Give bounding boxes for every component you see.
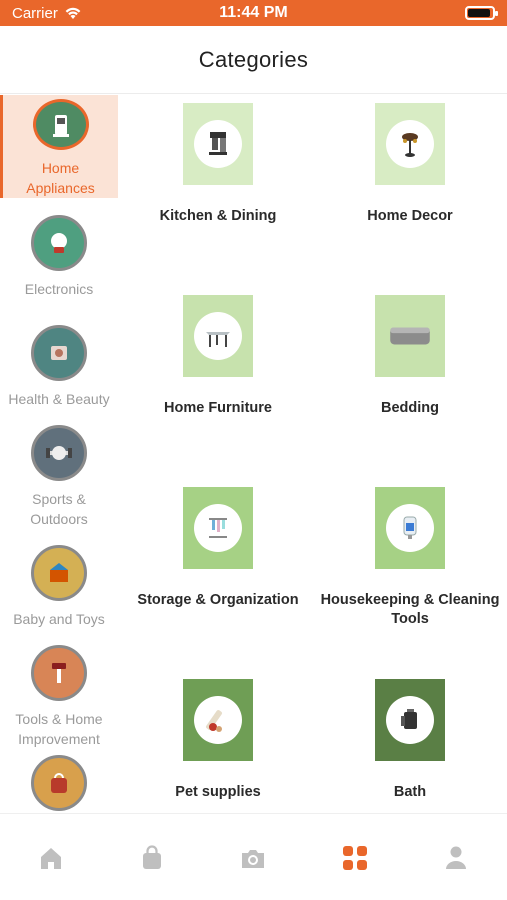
category-image	[386, 120, 434, 168]
category-bedding[interactable]: Bedding	[312, 295, 507, 418]
category-storage-organization[interactable]: Storage & Organization	[120, 487, 316, 610]
status-bar: Carrier 11:44 PM	[0, 0, 507, 26]
category-home-decor[interactable]: Home Decor	[312, 103, 507, 226]
category-grid: Kitchen & Dining Home Decor Home Furnitu…	[118, 95, 507, 813]
profile-icon	[446, 846, 467, 869]
mattress-icon	[390, 327, 430, 345]
category-tile	[183, 679, 253, 761]
category-pet-supplies[interactable]: Pet supplies	[120, 679, 316, 802]
tab-profile[interactable]	[426, 840, 486, 876]
battery-icon	[465, 6, 498, 20]
sports-icon	[46, 446, 72, 460]
category-image	[386, 312, 434, 360]
category-label: Home Furniture	[164, 400, 272, 416]
decor-icon	[402, 133, 418, 157]
tab-categories[interactable]	[325, 840, 385, 876]
category-tile	[375, 295, 445, 377]
category-tile	[375, 103, 445, 185]
pet-icon	[206, 710, 222, 732]
tools-icon	[52, 663, 66, 683]
category-image	[194, 504, 242, 552]
tab-home[interactable]	[21, 840, 81, 876]
sidebar-circle	[32, 99, 89, 150]
category-label: Bath	[393, 784, 427, 800]
category-kitchen-dining[interactable]: Kitchen & Dining	[120, 103, 316, 226]
shopping-bag-icon	[143, 845, 162, 869]
category-sidebar[interactable]: Home Appliances Electronics Health & Bea…	[0, 95, 118, 813]
category-image	[386, 696, 434, 744]
sidebar-circle	[31, 425, 87, 481]
sidebar-circle	[31, 645, 87, 701]
category-housekeeping-cleaning-tools[interactable]: Housekeeping & Cleaning Tools	[312, 487, 507, 629]
category-label: Storage & Organization	[137, 592, 299, 608]
category-tile	[375, 487, 445, 569]
table-icon	[206, 332, 230, 347]
beauty-icon	[51, 346, 67, 360]
bottom-tab-bar	[0, 813, 507, 900]
categories-grid-icon	[342, 846, 367, 870]
category-image	[194, 696, 242, 744]
category-label: Home Decor	[367, 208, 453, 224]
home-icon	[40, 848, 61, 869]
sidebar-item-tools-home-improvement[interactable]: Tools & Home Improvement	[0, 645, 118, 755]
sidebar-circle	[31, 755, 87, 811]
sidebar-item-home-appliances[interactable]: Home Appliances	[0, 95, 118, 198]
status-left: Carrier	[12, 5, 82, 22]
sidebar-circle	[31, 545, 87, 601]
sidebar-item-label: Baby and Toys	[13, 611, 105, 627]
sidebar-item-more[interactable]	[0, 755, 118, 813]
sidebar-item-label: Sports & Outdoors	[30, 491, 88, 527]
category-label: Pet supplies	[175, 784, 261, 800]
category-tile	[183, 295, 253, 377]
category-label: Kitchen & Dining	[159, 208, 277, 224]
sidebar-item-electronics[interactable]: Electronics	[0, 215, 118, 305]
page-header: Categories	[0, 26, 507, 94]
category-image	[194, 312, 242, 360]
sidebar-item-label: Tools & Home Improvement	[15, 711, 103, 747]
toys-icon	[50, 563, 68, 582]
bath-icon	[401, 709, 417, 729]
carrier-label: Carrier	[12, 4, 58, 22]
dispenser-icon	[403, 516, 417, 539]
sidebar-item-health-beauty[interactable]: Health & Beauty	[0, 325, 118, 415]
wifi-icon	[65, 7, 81, 19]
page-title: Categories	[198, 46, 309, 72]
bag-icon	[51, 773, 67, 793]
rack-icon	[209, 518, 227, 538]
coffee-machine-icon	[209, 132, 227, 155]
category-image	[386, 504, 434, 552]
category-tile	[183, 103, 253, 185]
sidebar-item-label: Health & Beauty	[8, 391, 110, 407]
category-tile	[183, 487, 253, 569]
sidebar-item-label: Home Appliances	[26, 160, 95, 196]
category-label: Housekeeping & Cleaning Tools	[320, 592, 500, 627]
sidebar-circle	[31, 215, 87, 271]
category-home-furniture[interactable]: Home Furniture	[120, 295, 316, 418]
sidebar-item-baby-toys[interactable]: Baby and Toys	[0, 545, 118, 635]
appliance-icon	[52, 114, 69, 137]
tab-bag[interactable]	[122, 840, 182, 876]
category-tile	[375, 679, 445, 761]
sidebar-item-sports-outdoors[interactable]: Sports & Outdoors	[0, 425, 118, 535]
sidebar-item-label: Electronics	[24, 281, 94, 297]
category-image	[194, 120, 242, 168]
category-bath[interactable]: Bath	[312, 679, 507, 802]
camera-icon	[242, 850, 265, 868]
electronics-icon	[51, 233, 67, 253]
sidebar-circle	[31, 325, 87, 381]
tab-camera[interactable]	[223, 840, 283, 876]
category-label: Bedding	[381, 400, 439, 416]
